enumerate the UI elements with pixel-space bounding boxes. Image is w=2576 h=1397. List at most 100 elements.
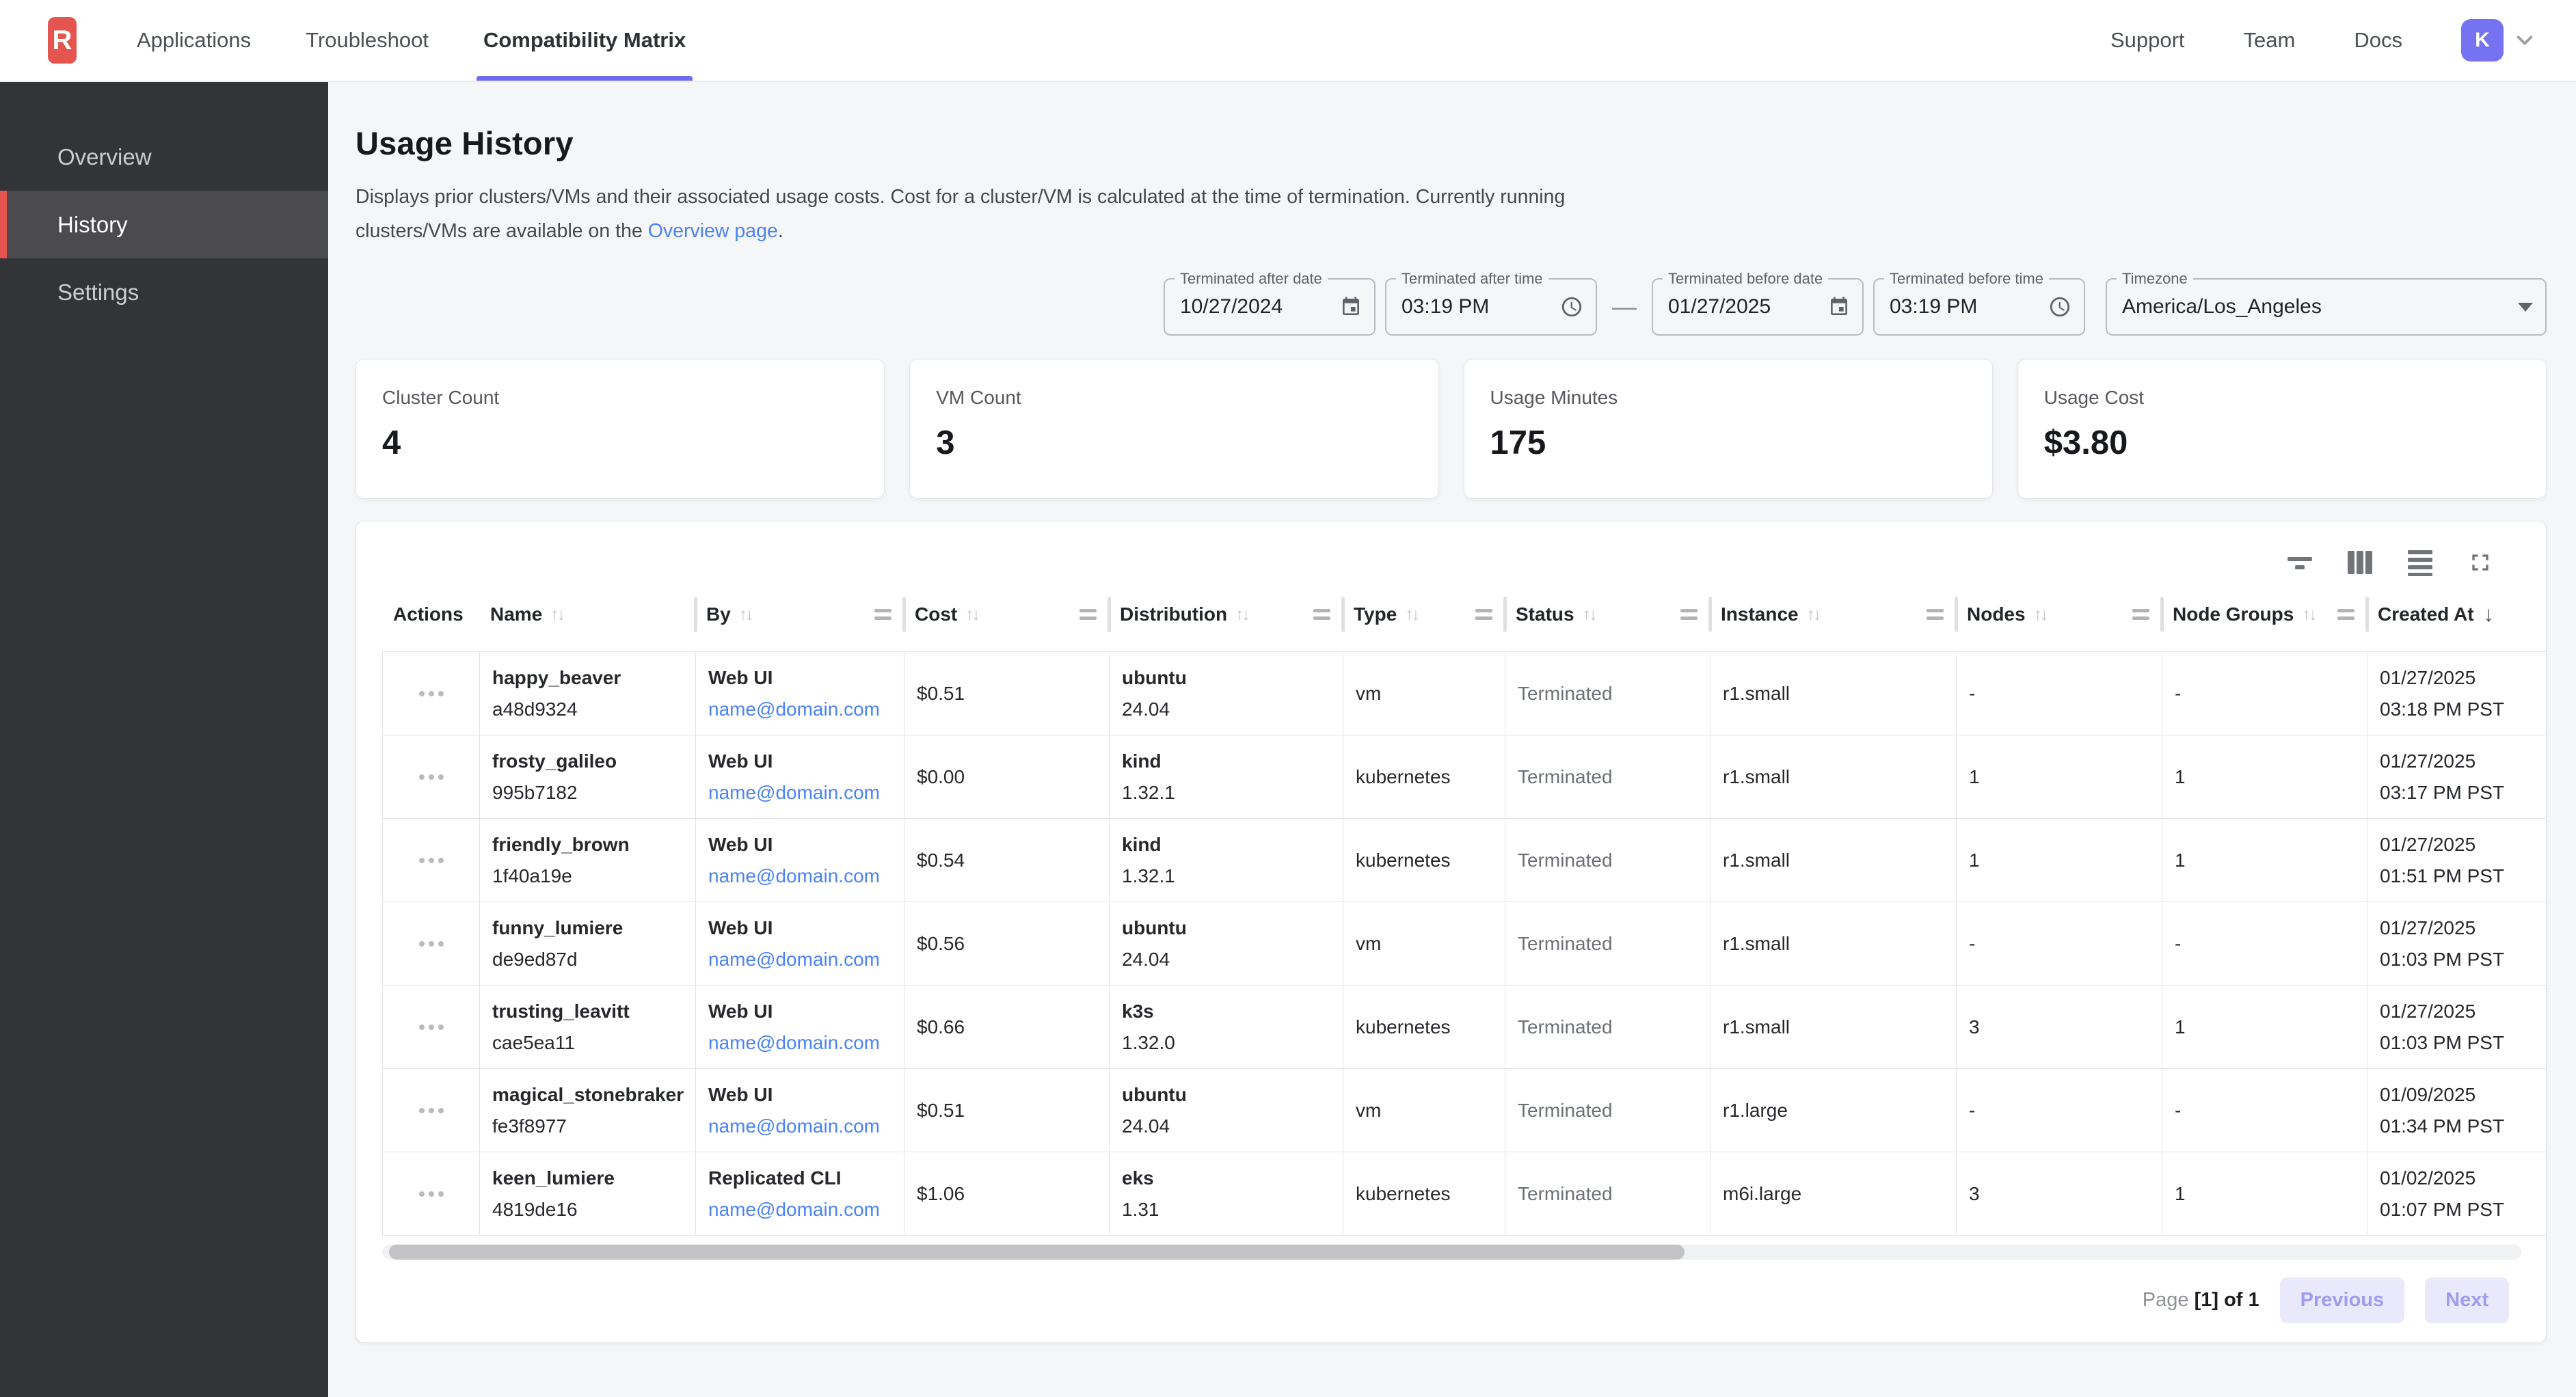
- horizontal-scrollbar-thumb[interactable]: [389, 1245, 1685, 1260]
- column-menu-icon[interactable]: [1475, 609, 1492, 620]
- email-link[interactable]: name@domain.com: [708, 698, 904, 720]
- nav-item-compatibility-matrix[interactable]: Compatibility Matrix: [483, 0, 686, 81]
- row-actions-cell[interactable]: [383, 819, 480, 901]
- nodes-cell: 1: [1957, 819, 2162, 901]
- name-cell: friendly_brown1f40a19e: [480, 819, 696, 901]
- table-row[interactable]: friendly_brown1f40a19e Web UIname@domain…: [382, 819, 2546, 902]
- row-actions-cell[interactable]: [383, 902, 480, 985]
- terminated-after-time-field[interactable]: Terminated after time 03:19 PM: [1385, 278, 1597, 336]
- nav-item-docs[interactable]: Docs: [2354, 28, 2402, 53]
- column-menu-icon[interactable]: [1680, 609, 1698, 620]
- sort-icon[interactable]: ↑↓: [550, 605, 563, 625]
- more-actions-icon[interactable]: [419, 1025, 425, 1030]
- previous-page-button[interactable]: Previous: [2280, 1277, 2405, 1323]
- filter-icon[interactable]: [2285, 547, 2315, 578]
- row-actions-cell[interactable]: [383, 735, 480, 818]
- sidebar-item-history[interactable]: History: [0, 191, 328, 258]
- next-page-button[interactable]: Next: [2425, 1277, 2509, 1323]
- column-header-nodes[interactable]: Nodes↑↓: [1956, 578, 2162, 651]
- table-row[interactable]: frosty_galileo995b7182 Web UIname@domain…: [382, 735, 2546, 819]
- row-actions-cell[interactable]: [383, 1152, 480, 1235]
- email-link[interactable]: name@domain.com: [708, 782, 904, 804]
- sort-icon[interactable]: ↑↓: [2302, 605, 2315, 625]
- email-link[interactable]: name@domain.com: [708, 949, 904, 971]
- more-actions-icon[interactable]: [419, 1108, 425, 1113]
- email-link[interactable]: name@domain.com: [708, 1032, 904, 1054]
- sort-icon[interactable]: ↑↓: [1583, 605, 1596, 625]
- column-header-node-groups[interactable]: Node Groups↑↓: [2162, 578, 2367, 651]
- column-header-cost[interactable]: Cost↑↓: [904, 578, 1109, 651]
- column-header-status[interactable]: Status↑↓: [1505, 578, 1710, 651]
- column-header-by[interactable]: By↑↓: [695, 578, 904, 651]
- replicated-logo[interactable]: R: [48, 17, 77, 64]
- cost-cell: $0.66: [904, 986, 1110, 1068]
- columns-icon[interactable]: [2345, 547, 2375, 578]
- more-actions-icon[interactable]: [419, 691, 425, 696]
- sidebar-item-overview[interactable]: Overview: [0, 123, 328, 191]
- column-header-type[interactable]: Type↑↓: [1343, 578, 1505, 651]
- timezone-select[interactable]: Timezone America/Los_Angeles: [2106, 278, 2547, 336]
- nav-item-team[interactable]: Team: [2244, 28, 2296, 53]
- column-header-instance[interactable]: Instance↑↓: [1710, 578, 1956, 651]
- account-menu[interactable]: K: [2461, 19, 2538, 62]
- sort-icon[interactable]: ↑↓: [965, 605, 978, 625]
- row-actions-cell[interactable]: [383, 1069, 480, 1152]
- sort-desc-icon[interactable]: ↓: [2484, 602, 2495, 627]
- more-actions-icon[interactable]: [419, 1191, 425, 1197]
- table-row[interactable]: funny_lumierede9ed87d Web UIname@domain.…: [382, 902, 2546, 986]
- fullscreen-icon[interactable]: [2465, 547, 2495, 578]
- column-menu-icon[interactable]: [2132, 609, 2149, 620]
- nav-item-applications[interactable]: Applications: [137, 0, 251, 81]
- column-header-name[interactable]: Name↑↓: [479, 578, 695, 651]
- main-content: Usage History Displays prior clusters/VM…: [328, 82, 2576, 1397]
- column-menu-icon[interactable]: [1313, 609, 1330, 620]
- column-header-distribution[interactable]: Distribution↑↓: [1109, 578, 1343, 651]
- calendar-icon[interactable]: [1340, 296, 1362, 318]
- name-cell: frosty_galileo995b7182: [480, 735, 696, 818]
- nav-item-troubleshoot[interactable]: Troubleshoot: [306, 0, 429, 81]
- density-icon[interactable]: [2405, 547, 2435, 578]
- more-actions-icon[interactable]: [419, 858, 425, 863]
- field-value: 10/27/2024: [1180, 295, 1332, 318]
- nodes-cell: 3: [1957, 986, 2162, 1068]
- sort-icon[interactable]: ↑↓: [1405, 605, 1418, 625]
- sidebar-item-settings[interactable]: Settings: [0, 258, 328, 326]
- nav-item-support[interactable]: Support: [2110, 28, 2185, 53]
- sort-icon[interactable]: ↑↓: [739, 605, 752, 625]
- by-cell: Web UIname@domain.com: [696, 902, 904, 985]
- email-link[interactable]: name@domain.com: [708, 1115, 904, 1137]
- email-link[interactable]: name@domain.com: [708, 865, 904, 887]
- row-actions-cell[interactable]: [383, 986, 480, 1068]
- table-row[interactable]: trusting_leavittcae5ea11 Web UIname@doma…: [382, 986, 2546, 1069]
- stat-label: Usage Cost: [2044, 387, 2519, 409]
- row-actions-cell[interactable]: [383, 652, 480, 735]
- column-menu-icon[interactable]: [874, 609, 891, 620]
- clock-icon[interactable]: [2048, 295, 2071, 318]
- table-row[interactable]: magical_stonebrakerfe3f8977 Web UIname@d…: [382, 1069, 2546, 1152]
- column-menu-icon[interactable]: [2337, 609, 2354, 620]
- sort-icon[interactable]: ↑↓: [1235, 605, 1248, 625]
- avatar[interactable]: K: [2461, 19, 2504, 62]
- column-menu-icon[interactable]: [1079, 609, 1097, 620]
- overview-page-link[interactable]: Overview page: [648, 220, 778, 242]
- sort-icon[interactable]: ↑↓: [2034, 605, 2047, 625]
- column-header-created-at[interactable]: Created At↓: [2367, 578, 2546, 651]
- table-row[interactable]: happy_beavera48d9324 Web UIname@domain.c…: [382, 652, 2546, 735]
- terminated-after-date-field[interactable]: Terminated after date 10/27/2024: [1164, 278, 1376, 336]
- table-toolbar: [382, 547, 2546, 578]
- sort-icon[interactable]: ↑↓: [1807, 605, 1820, 625]
- more-actions-icon[interactable]: [419, 774, 425, 780]
- instance-cell: r1.large: [1710, 1069, 1957, 1152]
- horizontal-scrollbar-track[interactable]: [382, 1245, 2521, 1260]
- terminated-before-date-field[interactable]: Terminated before date 01/27/2025: [1652, 278, 1864, 336]
- node-groups-cell: -: [2162, 652, 2367, 735]
- column-menu-icon[interactable]: [1927, 609, 1944, 620]
- email-link[interactable]: name@domain.com: [708, 1199, 904, 1221]
- calendar-icon[interactable]: [1828, 296, 1850, 318]
- created-at-cell: 01/27/202503:18 PM PST: [2367, 652, 2547, 735]
- table-row[interactable]: keen_lumiere4819de16 Replicated CLIname@…: [382, 1152, 2546, 1236]
- terminated-before-time-field[interactable]: Terminated before time 03:19 PM: [1873, 278, 2085, 336]
- clock-icon[interactable]: [1560, 295, 1583, 318]
- instance-cell: r1.small: [1710, 902, 1957, 985]
- more-actions-icon[interactable]: [419, 941, 425, 947]
